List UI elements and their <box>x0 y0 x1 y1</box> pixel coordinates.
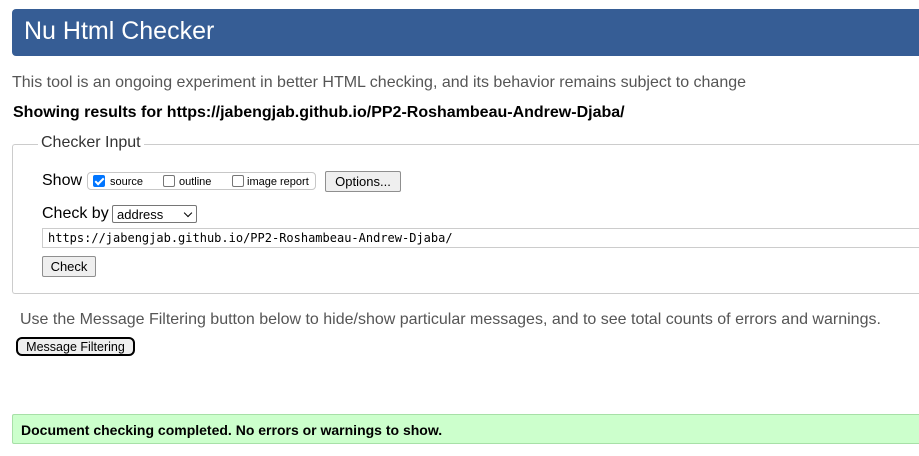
header-bar: Nu Html Checker <box>12 9 919 56</box>
result-success-banner: Document checking completed. No errors o… <box>12 414 919 444</box>
image-report-checkbox-label: image report <box>247 176 309 188</box>
outline-checkbox[interactable] <box>163 175 175 187</box>
check-by-selected-value: address <box>117 207 164 222</box>
options-button[interactable]: Options... <box>325 171 401 192</box>
checker-input-legend: Checker Input <box>38 134 144 152</box>
url-input[interactable]: https://jabengjab.github.io/PP2-Roshambe… <box>42 228 919 248</box>
source-checkbox[interactable] <box>93 175 105 187</box>
result-message: Document checking completed. No errors o… <box>21 422 443 438</box>
outline-checkbox-label: outline <box>179 176 212 188</box>
show-label: Show <box>42 172 83 189</box>
check-by-label: Check by <box>42 205 109 222</box>
message-filtering-button[interactable]: Message Filtering <box>16 337 135 356</box>
image-report-checkbox[interactable] <box>232 175 244 187</box>
intro-text: This tool is an ongoing experiment in be… <box>12 74 747 91</box>
chevron-down-icon <box>183 208 193 218</box>
check-by-select[interactable]: address <box>112 205 197 223</box>
message-filtering-hint: Use the Message Filtering button below t… <box>20 311 881 328</box>
show-options-group: source outline image report <box>87 172 316 190</box>
page-title: Nu Html Checker <box>24 17 215 45</box>
page: Nu Html Checker This tool is an ongoing … <box>0 0 919 456</box>
check-button[interactable]: Check <box>42 256 96 277</box>
showing-results-text: Showing results for https://jabengjab.gi… <box>13 104 625 121</box>
source-checkbox-label: source <box>110 176 144 188</box>
